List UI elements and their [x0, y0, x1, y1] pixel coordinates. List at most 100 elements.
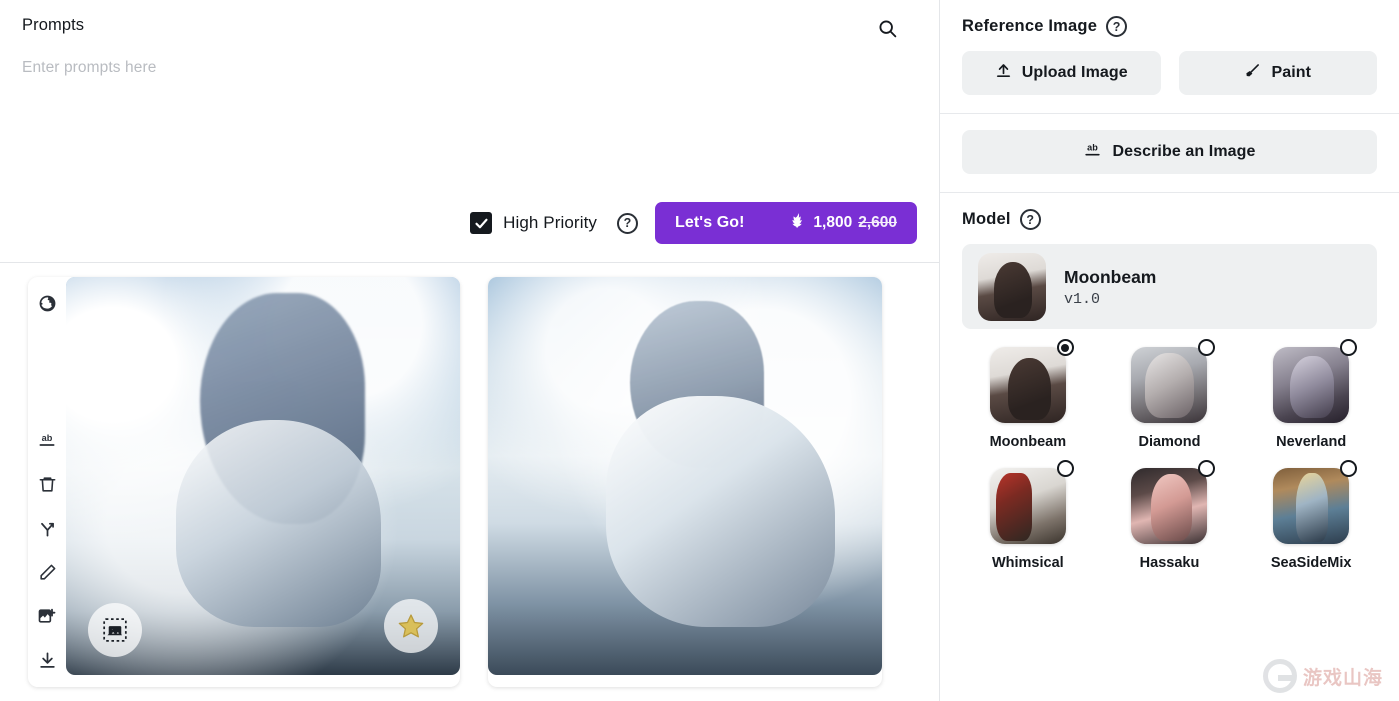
high-priority-help-icon[interactable]: ? — [617, 213, 638, 234]
upload-icon — [995, 62, 1012, 84]
ab-describe-icon[interactable]: ab — [34, 427, 60, 453]
svg-text:ab: ab — [1088, 143, 1099, 153]
model-art — [990, 347, 1066, 423]
image-toolbar: ab — [28, 277, 66, 687]
model-thumbnail-wrap — [1131, 347, 1207, 423]
selected-model-name: Moonbeam — [1064, 266, 1156, 288]
generated-image-2-art — [488, 277, 882, 675]
model-option-hassaku[interactable]: Hassaku — [1104, 468, 1236, 573]
model-label: Neverland — [1276, 433, 1346, 452]
model-radio-seasidemix[interactable] — [1340, 460, 1357, 477]
reference-image-header: Reference Image ? — [962, 16, 1377, 37]
prompt-input[interactable]: Enter prompts here — [22, 59, 917, 77]
toolbar-actions: ab — [34, 427, 60, 677]
prompt-panel: Prompts Enter prompts here High Pri — [0, 0, 939, 263]
model-thumbnail — [1131, 468, 1207, 544]
paint-button[interactable]: Paint — [1179, 51, 1378, 95]
prompt-header: Prompts — [22, 14, 917, 42]
model-thumbnail-wrap — [990, 347, 1066, 423]
cost-original: 2,600 — [858, 214, 897, 232]
right-sidebar: Reference Image ? Upload Image — [940, 0, 1399, 701]
model-thumbnail-wrap — [1273, 347, 1349, 423]
prompt-spacer — [22, 77, 917, 202]
site-watermark: 游戏山海 — [1263, 659, 1383, 693]
selected-model-thumbnail — [978, 253, 1046, 321]
model-thumbnail — [1273, 347, 1349, 423]
model-label: Hassaku — [1140, 554, 1200, 573]
ab-describe-icon: ab — [1083, 140, 1102, 164]
trash-icon[interactable] — [34, 471, 60, 497]
download-icon[interactable] — [34, 647, 60, 673]
describe-image-button[interactable]: ab Describe an Image — [962, 130, 1377, 174]
model-label: Moonbeam — [990, 433, 1067, 452]
prompt-actions: High Priority ? Let's Go! 1,800 2,600 — [22, 202, 917, 262]
selected-model-version: v1.0 — [1064, 291, 1156, 308]
model-art — [1273, 468, 1349, 544]
cost-amount: 1,800 — [813, 214, 852, 232]
selected-model-meta: Moonbeam v1.0 — [1064, 266, 1156, 308]
model-title: Model — [962, 210, 1011, 229]
model-help-icon[interactable]: ? — [1020, 209, 1041, 230]
reference-image-buttons: Upload Image Paint — [962, 51, 1377, 95]
model-label: Diamond — [1138, 433, 1200, 452]
generate-button-label: Let's Go! — [675, 214, 745, 232]
globe-icon[interactable] — [34, 290, 60, 316]
model-grid: Moonbeam Diamond Neverland — [962, 347, 1377, 573]
upload-image-button[interactable]: Upload Image — [962, 51, 1161, 95]
generate-button[interactable]: Let's Go! 1,800 2,600 — [655, 202, 917, 244]
star-icon[interactable] — [384, 599, 438, 653]
generate-cost: 1,800 2,600 — [790, 212, 897, 234]
result-card-2[interactable] — [488, 277, 882, 687]
generated-image-2[interactable] — [488, 277, 882, 675]
reference-image-section: Reference Image ? Upload Image — [940, 0, 1399, 114]
model-option-whimsical[interactable]: Whimsical — [962, 468, 1094, 573]
model-thumbnail — [1273, 468, 1349, 544]
selected-model-art — [978, 253, 1046, 321]
results-area: ab — [0, 263, 939, 701]
image-select-icon[interactable] — [88, 603, 142, 657]
watermark-logo-icon — [1263, 659, 1297, 693]
model-header: Model ? — [962, 209, 1377, 230]
page-title: Prompts — [22, 14, 84, 36]
model-art — [1273, 347, 1349, 423]
model-art — [1131, 347, 1207, 423]
svg-text:ab: ab — [42, 433, 53, 443]
paint-label: Paint — [1271, 64, 1311, 82]
brush-icon — [1244, 62, 1261, 84]
model-option-seasidemix[interactable]: SeaSideMix — [1245, 468, 1377, 573]
model-radio-whimsical[interactable] — [1057, 460, 1074, 477]
pencil-icon[interactable] — [34, 559, 60, 585]
checkbox-checked-icon — [470, 212, 492, 234]
reference-image-help-icon[interactable]: ? — [1106, 16, 1127, 37]
model-radio-moonbeam[interactable] — [1057, 339, 1074, 356]
left-column: Prompts Enter prompts here High Pri — [0, 0, 940, 701]
high-priority-label: High Priority — [503, 213, 597, 233]
radio-dot — [1061, 344, 1069, 352]
search-icon[interactable] — [873, 14, 901, 42]
model-thumbnail-wrap — [1273, 468, 1349, 544]
model-thumbnail-wrap — [1131, 468, 1207, 544]
model-option-diamond[interactable]: Diamond — [1104, 347, 1236, 452]
model-label: Whimsical — [992, 554, 1064, 573]
describe-section: ab Describe an Image — [940, 114, 1399, 193]
model-section: Model ? Moonbeam v1.0 Moonb — [940, 193, 1399, 591]
model-radio-neverland[interactable] — [1340, 339, 1357, 356]
watermark-text: 游戏山海 — [1303, 663, 1383, 690]
app-root: Prompts Enter prompts here High Pri — [0, 0, 1399, 701]
branch-icon[interactable] — [34, 515, 60, 541]
model-thumbnail-wrap — [990, 468, 1066, 544]
selected-model-card[interactable]: Moonbeam v1.0 — [962, 244, 1377, 329]
image-add-icon[interactable] — [34, 603, 60, 629]
upload-image-label: Upload Image — [1022, 64, 1128, 82]
generated-image-1[interactable] — [66, 277, 460, 675]
model-label: SeaSideMix — [1271, 554, 1352, 573]
describe-image-label: Describe an Image — [1112, 143, 1255, 161]
model-option-moonbeam[interactable]: Moonbeam — [962, 347, 1094, 452]
model-option-neverland[interactable]: Neverland — [1245, 347, 1377, 452]
high-priority-checkbox[interactable]: High Priority — [470, 212, 597, 234]
result-card-1: ab — [28, 277, 460, 687]
model-radio-diamond[interactable] — [1198, 339, 1215, 356]
model-art — [990, 468, 1066, 544]
model-art — [1131, 468, 1207, 544]
model-radio-hassaku[interactable] — [1198, 460, 1215, 477]
